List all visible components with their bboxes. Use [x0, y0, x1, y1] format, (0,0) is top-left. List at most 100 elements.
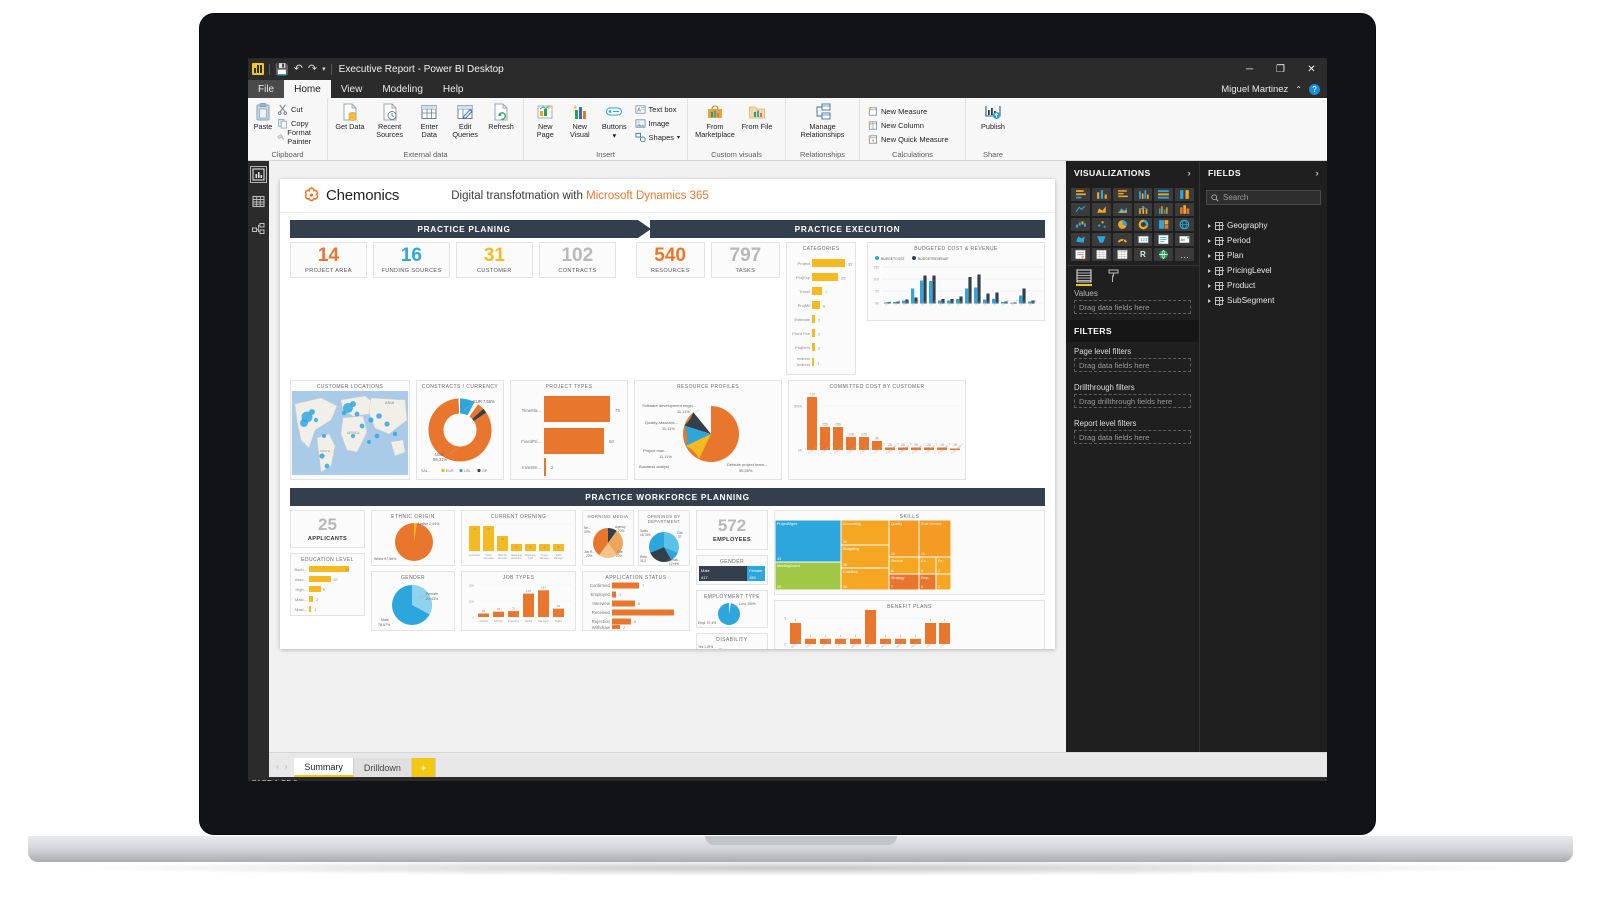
customize-qat-icon[interactable]: ▾: [322, 66, 326, 73]
field-table-pricinglevel[interactable]: PricingLevel: [1200, 263, 1327, 278]
viz-multi-row-card[interactable]: [1154, 233, 1174, 246]
panel-project-types[interactable]: PROJECT TYPES TimeMa... 75 FixedPri... 5…: [510, 380, 628, 480]
relationships-view-button[interactable]: [251, 221, 266, 236]
field-table-plan[interactable]: Plan: [1200, 248, 1327, 263]
panel-application-status[interactable]: APPLICATION STATUS Confirmed 7 Employed 1 …: [582, 571, 690, 631]
viz-more-options[interactable]: …: [1175, 248, 1194, 261]
chevron-right-icon[interactable]: [1208, 223, 1211, 228]
viz-pie-chart[interactable]: [1112, 218, 1132, 231]
values-dropzone[interactable]: Drag data fields here: [1074, 300, 1191, 314]
viz-donut-chart[interactable]: [1133, 218, 1153, 231]
format-painter-button[interactable]: Format Painter: [275, 128, 322, 146]
viz-kpi[interactable]: AV: [1175, 233, 1194, 246]
buttons-caret[interactable]: ▾: [612, 131, 616, 140]
kpi-funding-sources[interactable]: 16 FUNDING SOURCES: [372, 242, 450, 278]
viz-filled-map[interactable]: [1071, 233, 1090, 246]
panel-customer-locations[interactable]: CUSTOMER LOCATIONS ASIA AFRICA SOUTH AM.: [290, 380, 410, 480]
page-level-filters-dropzone[interactable]: Drag data fields here: [1074, 358, 1191, 372]
buttons-button[interactable]: Buttons ▾: [598, 100, 631, 140]
viz-slicer[interactable]: [1071, 248, 1090, 261]
panel-committed-cost[interactable]: COMMITTED COST BY CUSTOMER 500K 0K 714 2…: [788, 380, 966, 480]
kpi-applicants[interactable]: 25 APPLICANTS: [290, 510, 365, 548]
panel-contracts-currency[interactable]: CONSTRACTS / CURRENCY EUR 7,55% USD 89,3…: [416, 380, 504, 480]
undo-icon[interactable]: ↶: [294, 63, 303, 75]
get-data-button[interactable]: Get Data: [333, 100, 367, 131]
tab-file[interactable]: File: [248, 80, 285, 98]
edit-queries-button[interactable]: Edit Queries: [448, 100, 482, 139]
report-page-summary[interactable]: Chemonics Digital transfotmation with Mi…: [280, 179, 1055, 649]
viz-property-tabs[interactable]: [1066, 265, 1199, 286]
recent-sources-button[interactable]: Recent Sources: [369, 100, 410, 139]
viz-clustered-bar-chart[interactable]: [1112, 188, 1132, 201]
drillthrough-filters-dropzone[interactable]: Drag drillthrough fields here: [1074, 394, 1191, 408]
new-page-button[interactable]: New Page: [529, 100, 562, 139]
from-marketplace-button[interactable]: From Marketplace: [693, 100, 737, 139]
tab-view[interactable]: View: [331, 80, 373, 98]
minimize-button[interactable]: ─: [1234, 58, 1265, 80]
kpi-customer[interactable]: 31 CUSTOMER: [455, 242, 533, 278]
viz-treemap[interactable]: [1154, 218, 1174, 231]
panel-resource-profiles[interactable]: RESOURCE PROFILES Software development e…: [634, 380, 782, 480]
kpi-resources[interactable]: 540 RESOURCES: [635, 242, 705, 278]
refresh-button[interactable]: Refresh: [484, 100, 518, 131]
kpi-project-area[interactable]: 14 PROJECT AREA: [290, 242, 367, 278]
page-tab-drilldown[interactable]: Drilldown: [353, 758, 412, 777]
panel-skills[interactable]: SKILLS ProjectMgmt 43 MeetingCoord 29 Ac…: [774, 510, 1045, 595]
next-page-icon[interactable]: ›: [285, 762, 288, 771]
cut-button[interactable]: Cut: [275, 102, 322, 116]
panel-budgeted-cost-revenue[interactable]: BUDGETED COST & REVENUE BUDGETCOST BUDGE…: [867, 242, 1046, 321]
shapes-button[interactable]: Shapes ▾: [633, 130, 682, 144]
viz-waterfall-chart[interactable]: [1071, 218, 1090, 231]
window-controls[interactable]: ─ ❐ ✕: [1234, 58, 1327, 80]
maximize-button[interactable]: ❐: [1265, 58, 1296, 80]
ribbon-tab-bar[interactable]: File Home View Modeling Help Miguel Mart…: [248, 80, 1327, 98]
page-tab-bar[interactable]: ‹ › Summary Drilldown +: [248, 752, 1327, 777]
kpi-employees[interactable]: 572 EMPLOYEES: [696, 510, 768, 550]
viz-100-stacked-column-chart[interactable]: [1175, 188, 1194, 201]
fields-tab[interactable]: [1076, 269, 1092, 286]
chevron-right-icon[interactable]: [1208, 268, 1211, 273]
new-column-button[interactable]: New Column: [865, 118, 951, 132]
visualizations-pane[interactable]: VISUALIZATIONS › 123 AV R … Values Drag …: [1066, 161, 1199, 752]
data-view-button[interactable]: [251, 194, 266, 209]
close-button[interactable]: ✕: [1296, 58, 1327, 80]
viz-matrix[interactable]: [1112, 248, 1132, 261]
panel-categories[interactable]: CATEGORIES Project 32 ProjExp 25 Travel …: [786, 242, 857, 375]
report-level-filters-dropzone[interactable]: Drag data fields here: [1074, 430, 1191, 444]
manage-relationships-button[interactable]: Manage Relationships: [791, 100, 854, 139]
chevron-right-icon[interactable]: [1208, 283, 1211, 288]
prev-page-icon[interactable]: ‹: [276, 762, 279, 771]
panel-ethnic-origin[interactable]: ETHNIC ORIGIN Native 2,44% White 97,56%: [371, 510, 455, 566]
save-icon[interactable]: 💾: [275, 63, 289, 76]
report-view-button[interactable]: [250, 166, 267, 183]
kpi-tasks[interactable]: 797 TASKS: [710, 242, 781, 278]
page-nav-arrows[interactable]: ‹ ›: [269, 762, 294, 777]
viz-arcgis-map[interactable]: [1154, 248, 1174, 261]
visual-type-gallery[interactable]: 123 AV R …: [1066, 185, 1199, 265]
panel-job-types[interactable]: JOB TYPES 200 100 0 22 33 37 146 167 52 …: [461, 571, 576, 631]
viz-stacked-column-chart[interactable]: [1091, 188, 1111, 201]
viz-clustered-column-chart[interactable]: [1133, 188, 1153, 201]
ribbon[interactable]: Paste Cut Copy Format Painter Clipboard …: [248, 98, 1327, 161]
expand-icon[interactable]: ›: [1188, 168, 1191, 178]
panel-horning-media[interactable]: HORNING MEDIA Ne... 40% Agency 20% Cite …: [582, 510, 634, 566]
new-quick-measure-button[interactable]: New Quick Measure: [865, 132, 951, 146]
redo-icon[interactable]: ↷: [308, 63, 317, 75]
viz-stacked-bar-chart[interactable]: [1071, 188, 1090, 201]
panel-openings-by-department[interactable]: OPENINGS BY DEPARTMENT Sales 18,75% Cite…: [638, 510, 690, 566]
field-table-product[interactable]: Product: [1200, 278, 1327, 293]
quick-access-toolbar[interactable]: 💾 ↶ ↷ ▾: [248, 63, 332, 76]
from-file-button[interactable]: From File: [739, 100, 775, 131]
viz-ribbon-chart[interactable]: [1175, 203, 1194, 216]
viz-table[interactable]: [1091, 248, 1111, 261]
tab-modeling[interactable]: Modeling: [372, 80, 433, 98]
text-box-button[interactable]: A Text box: [633, 102, 682, 116]
viz-funnel-chart[interactable]: [1091, 233, 1111, 246]
viz-r-script-visual[interactable]: R: [1133, 248, 1153, 261]
panel-employment-type[interactable]: EMPLOYMENT TYPE Cont. 256% Empl. 97,4%: [696, 590, 768, 628]
viz-line-chart[interactable]: [1071, 203, 1090, 216]
viz-map[interactable]: [1175, 218, 1194, 231]
field-table-geography[interactable]: Geography: [1200, 218, 1327, 233]
viz-line-and-clustered-column-chart[interactable]: [1154, 203, 1174, 216]
tab-home[interactable]: Home: [284, 80, 331, 98]
